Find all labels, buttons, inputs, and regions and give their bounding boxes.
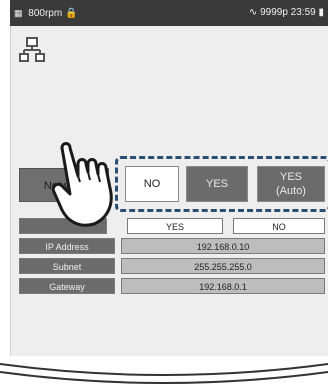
grid-icon: ▦ [14, 8, 23, 18]
device-bottom-edge [0, 363, 328, 384]
table-row: IP Address 192.168.0.10 [11, 238, 328, 256]
network-icon [19, 37, 45, 62]
lock-icon: 🔒 [64, 8, 78, 19]
status-left: ▦ 800rpm 🔒 [14, 0, 77, 27]
pointing-hand-icon [51, 142, 113, 227]
battery-icon: ▮ [318, 7, 324, 18]
option-yes-auto-button[interactable]: YES (Auto) [257, 166, 325, 202]
gateway-value[interactable]: 192.168.0.1 [121, 278, 325, 294]
ip-address-label: IP Address [19, 238, 115, 254]
speed-icon: ∿ [248, 7, 258, 18]
gateway-label: Gateway [19, 278, 115, 294]
subnet-label: Subnet [19, 258, 115, 274]
header-no: NO [233, 218, 325, 234]
status-counter: 9999p [260, 7, 288, 18]
status-right: ∿ 9999p 23:59 ▮ [249, 0, 324, 26]
status-rpm: 800rpm [28, 8, 63, 19]
table-row: Gateway 192.168.0.1 [11, 278, 328, 296]
device-frame: ▦ 800rpm 🔒 ∿ 9999p 23:59 ▮ Network NO YE… [0, 0, 328, 392]
network-table: YES NO IP Address 192.168.0.10 Subnet 25… [11, 218, 328, 298]
table-row: Subnet 255.255.255.0 [11, 258, 328, 276]
subnet-value[interactable]: 255.255.255.0 [121, 258, 325, 274]
status-time: 23:59 [290, 7, 316, 18]
option-yes-button[interactable]: YES [186, 166, 248, 202]
ip-address-value[interactable]: 192.168.0.10 [121, 238, 325, 254]
yes-auto-line1: YES [279, 171, 302, 183]
status-bar: ▦ 800rpm 🔒 ∿ 9999p 23:59 ▮ [10, 0, 328, 26]
yes-auto-line2: (Auto) [276, 185, 306, 197]
